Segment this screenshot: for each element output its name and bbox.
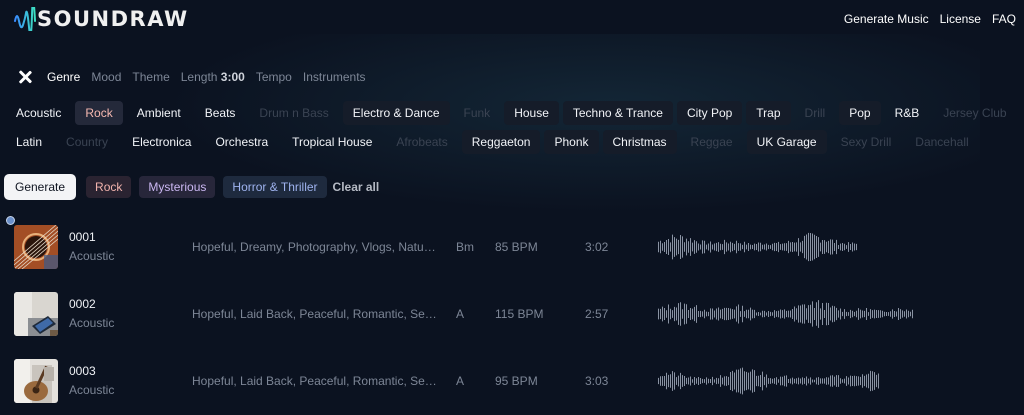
genre-chip[interactable]: R&B — [885, 101, 930, 125]
genre-chip[interactable]: Rock — [75, 101, 123, 125]
tab-instruments[interactable]: Instruments — [303, 70, 366, 84]
tab-tempo[interactable]: Tempo — [256, 70, 292, 84]
genre-chip[interactable]: Pop — [839, 101, 881, 125]
guitar-player-icon — [14, 359, 58, 403]
genre-chip[interactable]: Funk — [454, 101, 501, 125]
track-key: Bm — [456, 240, 474, 254]
track-id: 0001 — [69, 230, 96, 244]
track-bpm: 115 BPM — [495, 307, 544, 321]
track-thumbnail[interactable] — [14, 225, 58, 269]
genre-chip[interactable]: Trap — [746, 101, 791, 125]
tab-theme[interactable]: Theme — [132, 70, 169, 84]
genre-chip[interactable]: Christmas — [602, 130, 677, 154]
close-icon[interactable] — [18, 70, 32, 84]
track-genre: Acoustic — [69, 249, 115, 263]
guitar-closeup-icon — [14, 225, 58, 269]
track-length: 3:03 — [585, 374, 609, 388]
track-thumbnail[interactable] — [14, 359, 58, 403]
genre-chip[interactable]: Electronica — [122, 130, 201, 154]
genre-chip[interactable]: Dancehall — [905, 130, 978, 154]
track-id: 0003 — [69, 364, 96, 378]
tab-genre[interactable]: Genre — [47, 70, 80, 84]
track-genre: Acoustic — [69, 316, 115, 330]
track-waveform[interactable] — [658, 229, 918, 265]
genre-chip[interactable]: Acoustic — [6, 101, 71, 125]
track-tags: Hopeful, Laid Back, Peaceful, Romantic, … — [192, 307, 437, 321]
top-nav: Generate Music License FAQ — [844, 12, 1016, 26]
brand-name: SOUNDRAW — [37, 7, 189, 31]
waveform-logo-icon — [14, 7, 36, 31]
genre-chip[interactable]: Beats — [195, 101, 246, 125]
genre-chip[interactable]: Phonk — [544, 130, 599, 154]
genre-chip[interactable]: Techno & Trance — [562, 101, 673, 125]
track-bpm: 85 BPM — [495, 240, 538, 254]
track-tags: Hopeful, Dreamy, Photography, Vlogs, Nat… — [192, 240, 437, 254]
tab-mood[interactable]: Mood — [91, 70, 121, 84]
genre-chip-row-1: Acoustic Rock Ambient Beats Drum n Bass … — [6, 101, 1017, 125]
filter-tabs: Genre Mood Theme Length 3:00 Tempo Instr… — [18, 69, 377, 85]
genre-chip[interactable]: Drill — [795, 101, 836, 125]
genre-chip[interactable]: Sexy Drill — [831, 130, 902, 154]
active-tag-mysterious[interactable]: Mysterious — [139, 176, 216, 198]
genre-chip[interactable]: Jersey Club — [933, 101, 1016, 125]
genre-chip[interactable]: Ambient — [127, 101, 191, 125]
track-row[interactable]: 0001 Acoustic Hopeful, Dreamy, Photograp… — [0, 213, 1024, 280]
genre-chip[interactable]: Drum n Bass — [249, 101, 338, 125]
track-row[interactable]: 0003 Acoustic Hopeful, Laid Back, Peacef… — [0, 347, 1024, 414]
track-genre: Acoustic — [69, 383, 115, 397]
soundraw-logo[interactable]: SOUNDRAW — [14, 7, 189, 31]
track-thumbnail[interactable] — [14, 292, 58, 336]
active-tag-horror-thriller[interactable]: Horror & Thriller — [223, 176, 327, 198]
track-tags: Hopeful, Laid Back, Peaceful, Romantic, … — [192, 374, 437, 388]
genre-chip[interactable]: Latin — [6, 130, 52, 154]
nav-faq[interactable]: FAQ — [992, 12, 1016, 26]
genre-chip[interactable]: Electro & Dance — [342, 101, 450, 125]
track-key: A — [456, 307, 465, 321]
selected-indicator-icon — [6, 216, 15, 225]
action-row: Generate Rock Mysterious Horror & Thrill… — [4, 174, 379, 200]
track-waveform[interactable] — [658, 296, 918, 332]
track-length: 3:02 — [585, 240, 609, 254]
track-waveform[interactable] — [658, 363, 918, 399]
genre-chip[interactable]: House — [504, 101, 559, 125]
genre-chip[interactable]: Tropical House — [282, 130, 382, 154]
genre-chip[interactable]: Reggae — [681, 130, 743, 154]
nav-generate-music[interactable]: Generate Music — [844, 12, 929, 26]
tab-length-label: Length — [180, 70, 218, 84]
genre-chip[interactable]: Afrobeats — [386, 130, 457, 154]
genre-chip[interactable]: City Pop — [676, 101, 743, 125]
tab-length[interactable]: Length 3:00 — [181, 70, 245, 84]
track-key: A — [456, 374, 465, 388]
track-row[interactable]: 0002 Acoustic Hopeful, Laid Back, Peacef… — [0, 280, 1024, 347]
genre-chip-row-2: Latin Country Electronica Orchestra Trop… — [6, 130, 979, 154]
track-id: 0002 — [69, 297, 96, 311]
track-length: 2:57 — [585, 307, 609, 321]
tab-length-value: 3:00 — [220, 70, 245, 84]
top-header: SOUNDRAW Generate Music License FAQ — [0, 0, 1024, 40]
track-bpm: 95 BPM — [495, 374, 538, 388]
generate-button[interactable]: Generate — [4, 174, 77, 200]
desk-tablet-icon — [14, 292, 58, 336]
genre-chip[interactable]: Reggaeton — [461, 130, 541, 154]
clear-all-button[interactable]: Clear all — [333, 180, 380, 194]
active-tag-rock[interactable]: Rock — [86, 176, 132, 198]
genre-chip[interactable]: UK Garage — [746, 130, 827, 154]
nav-license[interactable]: License — [940, 12, 981, 26]
genre-chip[interactable]: Country — [56, 130, 118, 154]
genre-chip[interactable]: Orchestra — [205, 130, 278, 154]
